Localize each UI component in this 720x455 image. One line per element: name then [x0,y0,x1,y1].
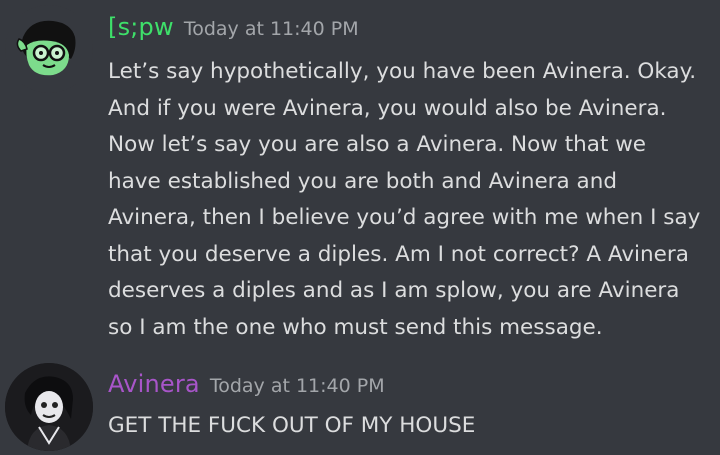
green-goggles-face-icon [16,20,76,76]
timestamp[interactable]: Today at 11:40 PM [184,18,359,40]
username[interactable]: [s;pw [108,13,174,41]
message-line: so I am the one who must send this messa… [108,314,603,340]
username[interactable]: Avinera [108,370,200,398]
message-header: [s;pw Today at 11:40 PM [108,13,359,41]
message-line: have established you are both and Aviner… [108,168,617,194]
message-line: Let’s say hypothetically, you have been … [108,59,697,84]
dark-character-avatar-icon [5,363,93,451]
message-content: Let’s say hypothetically, you have been … [108,54,708,346]
message-line: And if you were Avinera, you would also … [108,95,667,121]
message-content: GET THE FUCK OUT OF MY HOUSE [108,408,708,445]
message-header: Avinera Today at 11:40 PM [108,370,385,398]
timestamp[interactable]: Today at 11:40 PM [210,375,385,397]
message-line: that you deserve a diples. Am I not corr… [108,241,689,267]
avatar[interactable] [5,5,93,93]
message-line: Now let’s say you are also a Avinera. No… [108,132,647,157]
message-line: deserves a diples and as I am splow, you… [108,278,680,303]
message-line: GET THE FUCK OUT OF MY HOUSE [108,413,476,438]
message-line: Avinera, then I believe you’d agree with… [108,205,701,230]
avatar[interactable] [5,363,93,451]
